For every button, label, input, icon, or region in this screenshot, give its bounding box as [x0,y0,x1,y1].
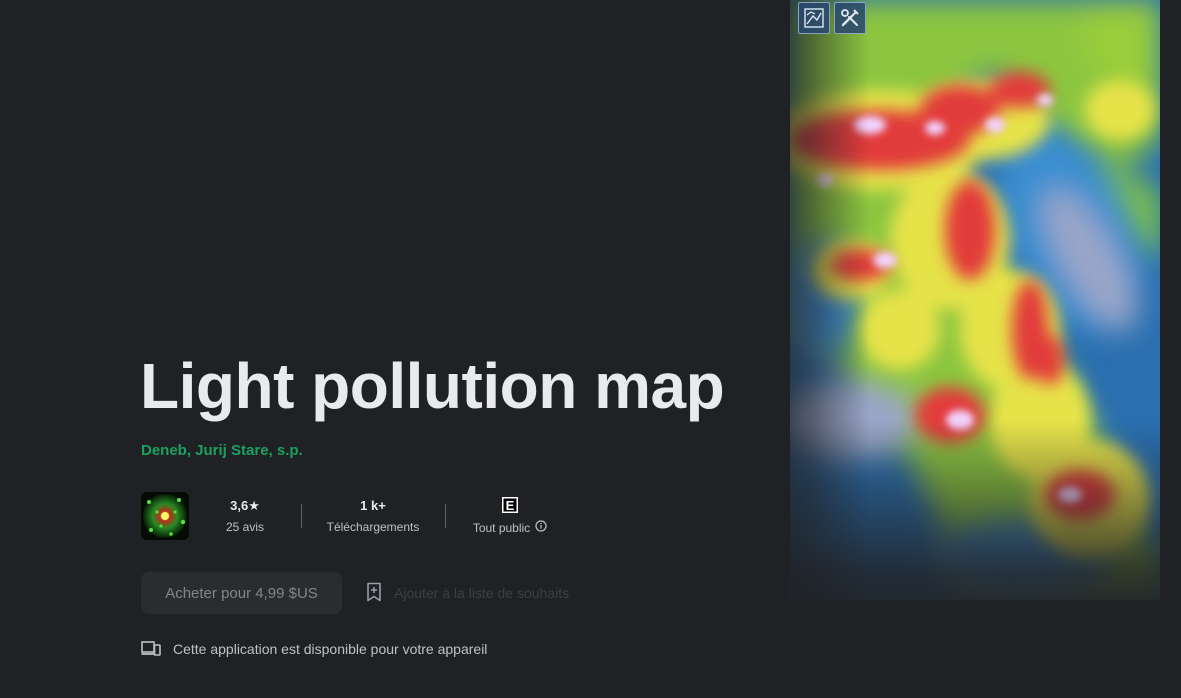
wishlist-button[interactable]: Ajouter à la liste de souhaits [366,578,569,608]
rating-value: 3,6★ [230,498,260,513]
hero-fade-bottom [740,420,1181,698]
app-details-page: Light pollution map Deneb, Jurij Stare, … [0,0,1181,698]
reviews-count: 25 avis [225,520,265,534]
map-layers-icon [798,2,830,34]
bookmark-add-icon [366,582,382,605]
app-title: Light pollution map [140,350,725,422]
devices-icon [141,640,161,659]
content-rating-stat: E Tout public [460,496,560,544]
content-rating-label-wrap[interactable]: Tout public [473,520,547,535]
downloads-label: Téléchargements [326,520,420,534]
stat-divider [301,504,302,528]
esrb-e-icon: E [501,496,519,516]
downloads-stat: 1 k+ Téléchargements [318,496,428,544]
rating-stat: 3,6★ 25 avis [210,496,280,544]
availability-text: Cette application est disponible pour vo… [173,641,488,657]
developer-link[interactable]: Deneb, Jurij Stare, s.p. [141,442,303,459]
downloads-value: 1 k+ [360,498,386,513]
hero-edge-right [1160,0,1181,698]
svg-text:E: E [506,498,515,513]
buy-button[interactable]: Acheter pour 4,99 $US [141,572,342,614]
tools-icon [834,2,866,34]
device-availability: Cette application est disponible pour vo… [141,638,487,660]
wishlist-label: Ajouter à la liste de souhaits [394,585,570,601]
stat-divider [445,504,446,528]
map-toolbar [798,2,866,36]
app-icon [141,492,189,540]
content-rating-label: Tout public [472,520,531,535]
info-icon[interactable] [535,520,547,535]
